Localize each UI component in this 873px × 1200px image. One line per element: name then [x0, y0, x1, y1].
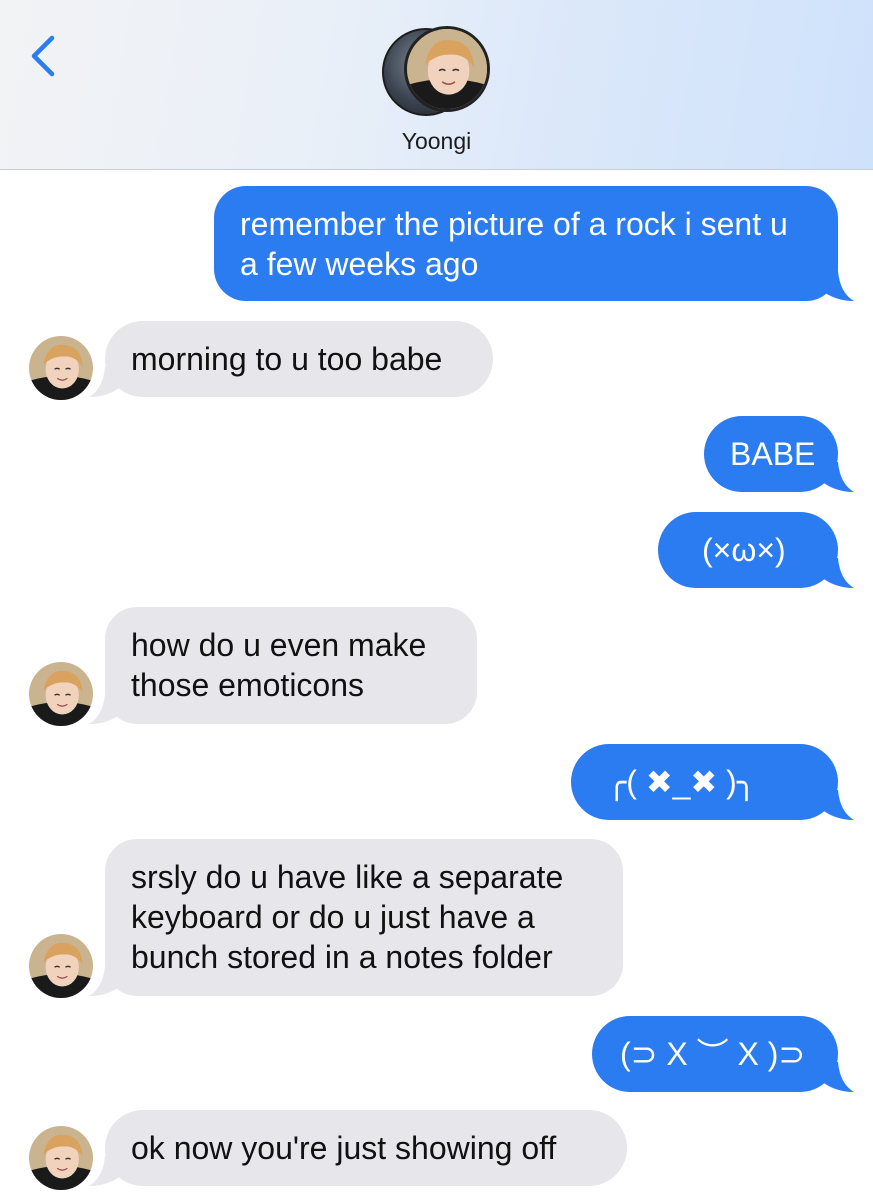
bubble-tail — [89, 694, 123, 724]
bubble-tail — [820, 790, 854, 820]
bubble-tail — [820, 271, 854, 301]
sent-message-bubble[interactable]: ╭( ✖_✖ )╮ — [571, 744, 854, 820]
message-text: how do u even make those emoticons — [131, 627, 427, 703]
message-text: (×ω×) — [702, 532, 786, 568]
received-message-bubble[interactable]: ok now you're just showing off — [89, 1110, 627, 1186]
message-text: ok now you're just showing off — [131, 1130, 557, 1166]
bubble-tail — [820, 558, 854, 588]
message-text: ╭( ✖_✖ )╮ — [607, 764, 757, 800]
received-message-bubble[interactable]: how do u even make those emoticons — [89, 607, 477, 724]
sender-avatar[interactable] — [29, 934, 93, 998]
contact-avatar-group[interactable] — [382, 26, 494, 118]
bubble-tail — [820, 1062, 854, 1092]
received-message-bubble[interactable]: srsly do u have like a separate keyboard… — [89, 839, 623, 996]
sent-message-bubble[interactable]: (⊃ X ︶ X )⊃ — [592, 1016, 854, 1092]
contact-name[interactable]: Yoongi — [0, 128, 873, 155]
sent-message-bubble[interactable]: remember the picture of a rock i sent u … — [214, 186, 854, 301]
bubble-tail — [89, 1156, 123, 1186]
sender-avatar[interactable] — [29, 1126, 93, 1190]
contact-avatar — [404, 26, 490, 112]
conversation-header: Yoongi — [0, 0, 873, 170]
sent-message-bubble[interactable]: BABE — [704, 416, 854, 492]
received-message-bubble[interactable]: morning to u too babe — [89, 321, 493, 397]
message-text: morning to u too babe — [131, 341, 443, 377]
back-button[interactable] — [26, 32, 62, 80]
message-text: BABE — [730, 436, 816, 472]
sender-avatar[interactable] — [29, 662, 93, 726]
chevron-left-icon — [31, 35, 55, 77]
bubble-tail — [820, 462, 854, 492]
message-text: srsly do u have like a separate keyboard… — [131, 859, 564, 975]
sender-avatar[interactable] — [29, 336, 93, 400]
sent-message-bubble[interactable]: (×ω×) — [658, 512, 854, 588]
message-text: remember the picture of a rock i sent u … — [240, 206, 788, 282]
message-text: (⊃ X ︶ X )⊃ — [620, 1036, 806, 1072]
bubble-tail — [89, 966, 123, 996]
bubble-tail — [89, 367, 123, 397]
